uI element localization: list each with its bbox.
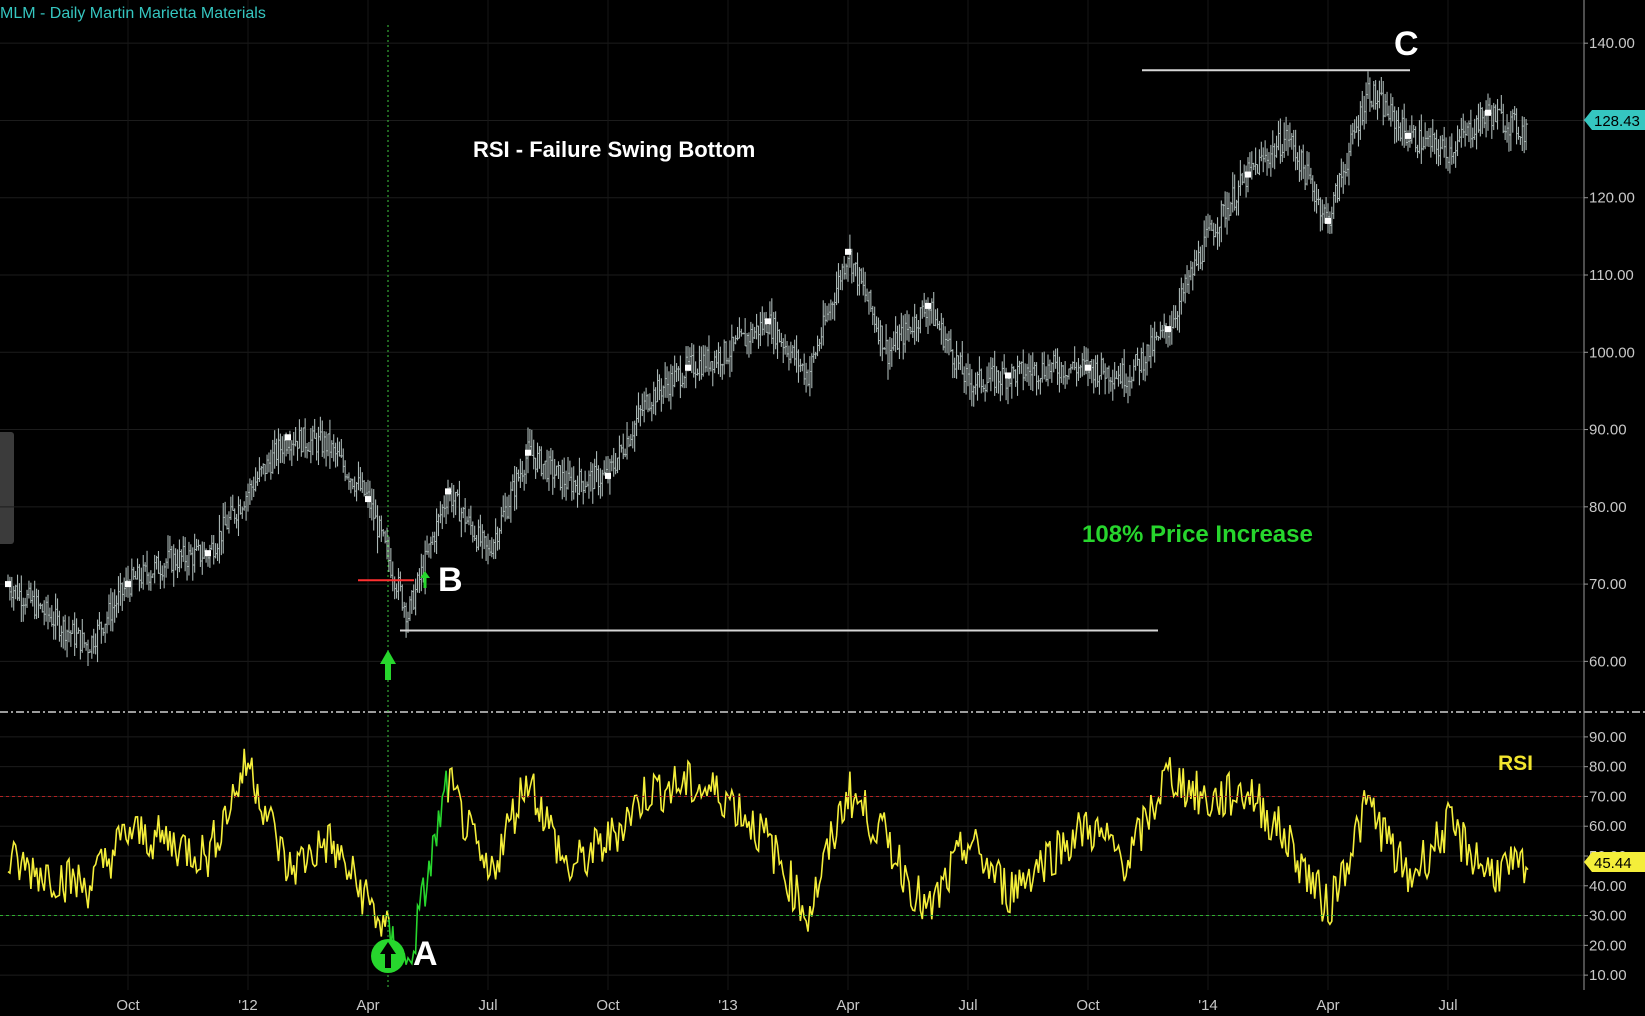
annotation-rsi-label: RSI bbox=[1498, 752, 1533, 775]
price-month-marker bbox=[445, 488, 451, 495]
price-y-tick-label: 120.00 bbox=[1589, 190, 1635, 207]
price-month-marker bbox=[605, 472, 611, 479]
x-tick-label: Oct bbox=[596, 997, 620, 1014]
x-tick-label: Apr bbox=[836, 997, 859, 1014]
level-lines bbox=[0, 69, 1584, 917]
price-month-marker bbox=[1405, 132, 1411, 139]
price-month-marker bbox=[525, 449, 531, 456]
price-month-marker bbox=[285, 434, 291, 441]
rsi-y-tick-label: 20.00 bbox=[1589, 937, 1627, 954]
price-last-badge: 128.43 bbox=[1584, 110, 1645, 130]
rsi-last-badge: 45.44 bbox=[1584, 852, 1645, 872]
price-month-marker bbox=[765, 318, 771, 325]
price-month-marker bbox=[1245, 171, 1251, 178]
x-tick-label: '14 bbox=[1198, 997, 1218, 1014]
x-tick-label: Oct bbox=[1076, 997, 1100, 1014]
annotation-point-c: C bbox=[1394, 25, 1419, 63]
price-month-marker bbox=[925, 302, 931, 309]
chart-title: MLM - Daily Martin Marietta Materials bbox=[0, 5, 266, 22]
price-month-marker bbox=[845, 248, 851, 255]
x-tick-label: Apr bbox=[1316, 997, 1339, 1014]
x-tick-label: '12 bbox=[238, 997, 258, 1014]
price-month-marker bbox=[1085, 364, 1091, 371]
rsi-y-tick-label: 40.00 bbox=[1589, 878, 1627, 895]
price-y-tick-label: 80.00 bbox=[1589, 499, 1627, 516]
price-y-tick-label: 90.00 bbox=[1589, 422, 1627, 439]
rsi-last-value: 45.44 bbox=[1594, 855, 1632, 872]
rsi-y-tick-label: 90.00 bbox=[1589, 729, 1627, 746]
price-month-marker bbox=[1325, 217, 1331, 224]
rsi-plot bbox=[7, 748, 1529, 969]
annotation-price-increase: 108% Price Increase bbox=[1082, 521, 1313, 548]
price-month-marker bbox=[1165, 326, 1171, 333]
x-tick-label: '13 bbox=[718, 997, 738, 1014]
price-y-tick-label: 70.00 bbox=[1589, 576, 1627, 593]
price-month-marker bbox=[1005, 372, 1011, 379]
price-markers bbox=[5, 109, 1491, 588]
x-tick-label: Jul bbox=[1438, 997, 1457, 1014]
rsi-line-segment bbox=[447, 757, 1529, 932]
price-y-tick-label: 60.00 bbox=[1589, 653, 1627, 670]
price-month-marker bbox=[685, 364, 691, 371]
price-y-tick-label: 140.00 bbox=[1589, 35, 1635, 52]
price-month-marker bbox=[5, 581, 11, 588]
annotation-point-b: B bbox=[438, 561, 463, 599]
grid-lines bbox=[0, 0, 1584, 990]
price-month-marker bbox=[1485, 109, 1491, 116]
rsi-y-tick-label: 10.00 bbox=[1589, 967, 1627, 984]
buy-arrow-icon bbox=[380, 650, 396, 680]
rsi-y-tick-label: 80.00 bbox=[1589, 759, 1627, 776]
rsi-signal-circle-icon bbox=[371, 939, 405, 973]
price-month-marker bbox=[365, 496, 371, 503]
price-y-tick-label: 110.00 bbox=[1589, 267, 1634, 284]
price-last-value: 128.43 bbox=[1594, 113, 1640, 130]
annotation-point-a: A bbox=[413, 935, 438, 973]
x-tick-label: Oct bbox=[116, 997, 140, 1014]
price-bars bbox=[7, 71, 1529, 667]
rsi-y-tick-label: 30.00 bbox=[1589, 908, 1627, 925]
rsi-line-segment bbox=[7, 748, 390, 937]
price-y-tick-label: 100.00 bbox=[1589, 344, 1635, 361]
price-month-marker bbox=[205, 550, 211, 557]
x-tick-label: Jul bbox=[478, 997, 497, 1014]
rsi-y-tick-label: 70.00 bbox=[1589, 788, 1627, 805]
x-tick-label: Apr bbox=[356, 997, 379, 1014]
price-rsi-chart: 60.0070.0080.0090.00100.00110.00120.0013… bbox=[0, 0, 1645, 1014]
x-tick-label: Jul bbox=[958, 997, 977, 1014]
price-month-marker bbox=[125, 581, 131, 588]
rsi-y-tick-label: 60.00 bbox=[1589, 818, 1627, 835]
annotation-title: RSI - Failure Swing Bottom bbox=[473, 137, 755, 162]
